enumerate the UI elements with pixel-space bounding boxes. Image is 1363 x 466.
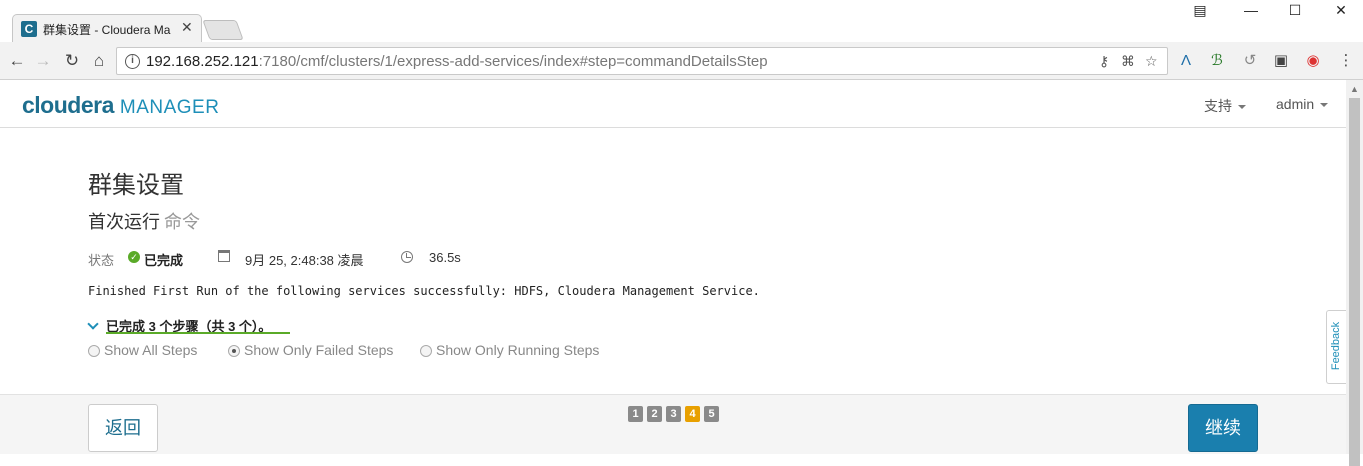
chevron-down-icon — [1320, 103, 1329, 108]
logo-sub-text: MANAGER — [119, 97, 220, 118]
extension-weibo-icon[interactable]: ◉ — [1303, 51, 1323, 71]
command-label: 命令 — [164, 212, 200, 232]
key-icon[interactable]: ⚷ — [1099, 53, 1109, 70]
support-menu-label: 支持 — [1204, 98, 1232, 114]
radio-circle — [420, 345, 432, 357]
chevron-down-icon — [87, 318, 99, 330]
site-info-icon[interactable]: i — [125, 54, 140, 69]
browser-menu-icon[interactable]: ⋮ — [1336, 51, 1356, 71]
status-value: 已完成 — [144, 253, 184, 268]
status-label: 状态 — [88, 253, 115, 268]
translate-icon[interactable]: ⌘ — [1121, 53, 1135, 70]
result-message: Finished First Run of the following serv… — [88, 284, 760, 298]
back-arrow-icon[interactable]: ← — [6, 50, 28, 72]
back-button[interactable]: 返回 — [88, 404, 158, 452]
url-text[interactable]: 192.168.252.121:7180/cmf/clusters/1/expr… — [146, 53, 768, 70]
new-tab-button[interactable] — [202, 20, 244, 40]
support-menu[interactable]: 支持 — [1204, 96, 1246, 116]
cloudera-favicon-icon: C — [21, 21, 37, 37]
bookmark-star-icon[interactable]: ☆ — [1145, 53, 1158, 70]
window-close-icon[interactable]: ✕ — [1326, 2, 1356, 22]
step-2-indicator: 2 — [647, 406, 662, 422]
step-1-indicator: 1 — [628, 406, 643, 422]
step-3-indicator: 3 — [666, 406, 681, 422]
url-host: 192.168.252.121 — [146, 53, 259, 70]
tab-title: 群集设置 - Cloudera Ma — [43, 23, 171, 37]
feedback-label: Feedback — [1330, 321, 1342, 371]
scroll-up-icon[interactable]: ▲ — [1350, 84, 1359, 94]
scroll-thumb[interactable] — [1349, 98, 1360, 466]
wizard-footer: 返回 1 2 3 4 5 继续 — [0, 394, 1346, 454]
radio-circle — [88, 345, 100, 357]
duration: 36.5s — [429, 250, 461, 265]
extension-history-icon[interactable]: ↺ — [1240, 51, 1260, 71]
feedback-tab[interactable]: Feedback — [1326, 310, 1346, 384]
filter-label: Show All Steps — [104, 342, 198, 358]
command-status-row: 状态 ✓ 已完成 9月 25, 2:48:38 凌晨 36.5s — [88, 249, 648, 268]
app-header: cloudera MANAGER 支持 admin — [0, 80, 1346, 128]
step-4-indicator-current: 4 — [685, 406, 700, 422]
step-filter-group: Show All Steps Show Only Failed Steps Sh… — [88, 342, 648, 360]
wizard-step-indicator: 1 2 3 4 5 — [628, 406, 720, 422]
extension-evernote-icon[interactable]: ℬ — [1207, 51, 1227, 71]
forward-arrow-icon[interactable]: → — [32, 50, 54, 72]
command-title: 首次运行 命令 — [88, 208, 200, 234]
chevron-down-icon — [1238, 105, 1246, 110]
browser-tab[interactable]: C 群集设置 - Cloudera Ma ✕ — [12, 14, 202, 42]
check-circle-icon: ✓ — [128, 251, 140, 263]
browser-titlebar: C 群集设置 - Cloudera Ma ✕ ▤ — ☐ ✕ — [0, 0, 1363, 42]
calendar-icon — [218, 250, 230, 262]
page-scrollbar[interactable]: ▲ — [1346, 80, 1363, 466]
radio-circle-selected — [228, 345, 240, 357]
reload-icon[interactable]: ↻ — [61, 50, 83, 72]
filter-label: Show Only Failed Steps — [244, 342, 394, 358]
minimize-icon[interactable]: — — [1236, 2, 1266, 22]
extension-a-icon[interactable]: Λ — [1176, 51, 1196, 71]
page-title: 群集设置 — [88, 172, 184, 199]
tab-close-icon[interactable]: ✕ — [181, 19, 193, 36]
user-profile-icon[interactable]: ▤ — [1185, 2, 1215, 22]
progress-underline — [106, 332, 290, 334]
extension-image-icon[interactable]: ▣ — [1271, 51, 1291, 71]
start-time: 9月 25, 2:48:38 凌晨 — [245, 253, 364, 268]
user-menu-label: admin — [1276, 96, 1315, 112]
user-menu[interactable]: admin — [1276, 96, 1329, 112]
cloudera-manager-logo[interactable]: cloudera MANAGER — [22, 92, 219, 119]
browser-toolbar: ← → ↻ ⌂ i 192.168.252.121:7180/cmf/clust… — [0, 42, 1363, 80]
url-path: :7180/cmf/clusters/1/express-add-service… — [258, 53, 768, 70]
step-5-indicator: 5 — [704, 406, 719, 422]
filter-label: Show Only Running Steps — [436, 342, 600, 358]
command-name: 首次运行 — [88, 212, 160, 232]
address-bar[interactable]: i 192.168.252.121:7180/cmf/clusters/1/ex… — [116, 47, 1168, 75]
home-icon[interactable]: ⌂ — [88, 50, 110, 72]
logo-main-text: cloudera — [22, 92, 114, 118]
maximize-icon[interactable]: ☐ — [1280, 2, 1310, 22]
continue-button[interactable]: 继续 — [1188, 404, 1258, 452]
clock-icon — [401, 251, 413, 263]
